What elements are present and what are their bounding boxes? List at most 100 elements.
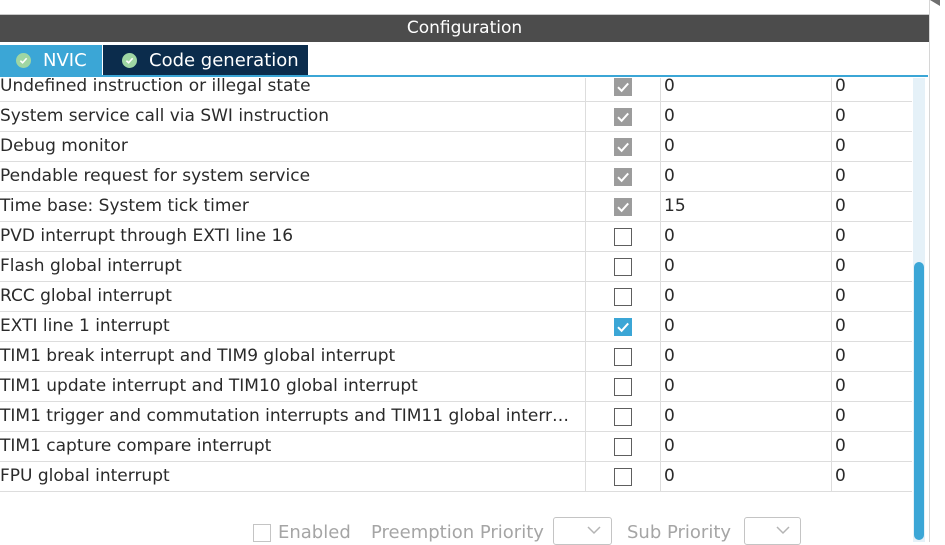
table-row[interactable]: EXTI line 1 interrupt 0 0 [0, 312, 912, 342]
enabled-cell [585, 102, 660, 131]
interrupt-name: Time base: System tick timer [0, 196, 249, 216]
table-row[interactable]: TIM1 capture compare interrupt 0 0 [0, 432, 912, 462]
interrupt-name: TIM1 trigger and commutation interrupts … [0, 406, 570, 426]
enabled-cell [585, 132, 660, 161]
enabled-checkbox[interactable] [614, 438, 632, 456]
top-strip [0, 0, 929, 15]
interrupt-name: FPU global interrupt [0, 466, 170, 486]
enabled-checkbox[interactable] [614, 408, 632, 426]
preemption-priority-cell[interactable]: 15 [660, 192, 831, 221]
interrupt-name: EXTI line 1 interrupt [0, 316, 170, 336]
sub-priority-select[interactable] [744, 517, 801, 545]
sub-priority-cell[interactable]: 0 [831, 342, 912, 371]
enabled-checkbox[interactable] [614, 258, 632, 276]
enabled-checkbox[interactable] [614, 288, 632, 306]
enabled-cell [585, 312, 660, 341]
preemption-priority-cell[interactable]: 0 [660, 162, 831, 191]
enabled-checkbox [614, 108, 632, 126]
enabled-cell [585, 192, 660, 221]
sub-priority-cell[interactable]: 0 [831, 372, 912, 401]
chevron-down-icon [587, 526, 601, 535]
enabled-checkbox[interactable] [614, 318, 632, 336]
interrupt-name: Flash global interrupt [0, 256, 182, 276]
table-row[interactable]: System service call via SWI instruction 0… [0, 102, 912, 132]
check-circle-icon [16, 53, 31, 68]
interrupt-name: Pendable request for system service [0, 166, 311, 186]
enabled-cell [585, 222, 660, 251]
table-row[interactable]: RCC global interrupt 0 0 [0, 282, 912, 312]
preemption-priority-cell[interactable]: 0 [660, 282, 831, 311]
table-row[interactable]: Time base: System tick timer 15 0 [0, 192, 912, 222]
sub-priority-cell[interactable]: 0 [831, 252, 912, 281]
enabled-cell [585, 162, 660, 191]
priority-editor: Enabled Preemption Priority Sub Priority [0, 492, 912, 545]
enabled-cell [585, 432, 660, 461]
enabled-cell [585, 282, 660, 311]
preemption-priority-cell[interactable]: 0 [660, 372, 831, 401]
table-row[interactable]: Undefined instruction or illegal state 0 0 [0, 78, 912, 102]
sub-priority-cell[interactable]: 0 [831, 312, 912, 341]
configuration-header: Configuration [0, 15, 929, 42]
sub-priority-cell[interactable]: 0 [831, 78, 912, 101]
tab-code-generation-label: Code generation [149, 50, 299, 71]
sub-priority-cell[interactable]: 0 [831, 162, 912, 191]
sub-priority-cell[interactable]: 0 [831, 282, 912, 311]
preemption-priority-cell[interactable]: 0 [660, 342, 831, 371]
enabled-checkbox[interactable] [253, 524, 271, 542]
table-row[interactable]: TIM1 break interrupt and TIM9 global int… [0, 342, 912, 372]
sub-priority-cell[interactable]: 0 [831, 432, 912, 461]
preemption-priority-cell[interactable]: 0 [660, 252, 831, 281]
table-row[interactable]: Pendable request for system service 0 0 [0, 162, 912, 192]
preemption-priority-cell[interactable]: 0 [660, 462, 831, 491]
tab-nvic[interactable]: NVIC [0, 45, 102, 76]
interrupt-name: Debug monitor [0, 136, 128, 156]
table-row[interactable]: TIM1 update interrupt and TIM10 global i… [0, 372, 912, 402]
enabled-cell [585, 372, 660, 401]
preemption-priority-cell[interactable]: 0 [660, 312, 831, 341]
sub-priority-cell[interactable]: 0 [831, 402, 912, 431]
preemption-priority-cell[interactable]: 0 [660, 432, 831, 461]
enabled-cell [585, 342, 660, 371]
scrollbar-thumb[interactable] [914, 262, 924, 540]
interrupt-name: TIM1 capture compare interrupt [0, 436, 272, 456]
table-row[interactable]: PVD interrupt through EXTI line 16 0 0 [0, 222, 912, 252]
enabled-checkbox[interactable] [614, 468, 632, 486]
interrupt-name: System service call via SWI instruction [0, 106, 330, 126]
sub-priority-cell[interactable]: 0 [831, 132, 912, 161]
window-edge [929, 0, 945, 542]
tab-bar: NVIC Code generation [0, 42, 929, 78]
interrupt-table: Undefined instruction or illegal state 0 0… [0, 78, 912, 492]
tab-code-generation[interactable]: Code generation [103, 45, 308, 76]
preemption-priority-cell[interactable]: 0 [660, 132, 831, 161]
check-circle-icon [122, 53, 137, 68]
interrupt-name: Undefined instruction or illegal state [0, 78, 311, 96]
enabled-label: Enabled [278, 522, 351, 543]
tab-nvic-label: NVIC [43, 50, 87, 71]
enabled-checkbox[interactable] [614, 228, 632, 246]
preemption-priority-cell[interactable]: 0 [660, 222, 831, 251]
table-row[interactable]: Debug monitor 0 0 [0, 132, 912, 162]
table-row[interactable]: Flash global interrupt 0 0 [0, 252, 912, 282]
sub-priority-cell[interactable]: 0 [831, 222, 912, 251]
enabled-checkbox [614, 78, 632, 96]
interrupt-name: TIM1 break interrupt and TIM9 global int… [0, 346, 396, 366]
preemption-priority-cell[interactable]: 0 [660, 402, 831, 431]
enabled-checkbox[interactable] [614, 378, 632, 396]
interrupt-name: RCC global interrupt [0, 286, 172, 306]
enabled-checkbox [614, 198, 632, 216]
interrupt-name: PVD interrupt through EXTI line 16 [0, 226, 294, 246]
preemption-priority-select[interactable] [553, 517, 612, 545]
preemption-priority-cell[interactable]: 0 [660, 102, 831, 131]
sub-priority-cell[interactable]: 0 [831, 192, 912, 221]
tab-underline [0, 75, 928, 77]
enabled-checkbox[interactable] [614, 348, 632, 366]
enabled-checkbox [614, 168, 632, 186]
interrupt-name: TIM1 update interrupt and TIM10 global i… [0, 376, 418, 396]
table-row[interactable]: TIM1 trigger and commutation interrupts … [0, 402, 912, 432]
enabled-checkbox [614, 138, 632, 156]
table-row[interactable]: FPU global interrupt 0 0 [0, 462, 912, 492]
preemption-priority-cell[interactable]: 0 [660, 78, 831, 101]
enabled-cell [585, 462, 660, 491]
sub-priority-cell[interactable]: 0 [831, 462, 912, 491]
sub-priority-cell[interactable]: 0 [831, 102, 912, 131]
